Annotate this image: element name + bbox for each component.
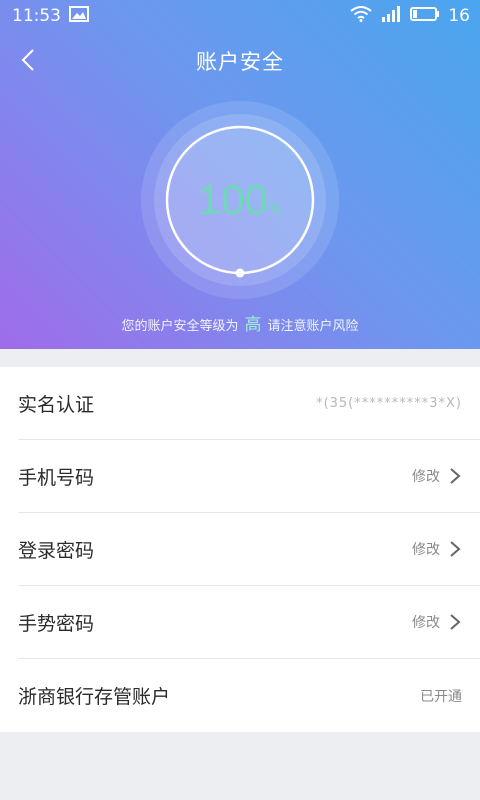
gauge-progress-knob (235, 268, 245, 278)
status-time: 11:53 (12, 6, 61, 26)
list-item-label: 登录密码 (18, 539, 95, 562)
masked-id-value: *(35(**********3*X) (316, 395, 462, 411)
list-item-phone[interactable]: 手机号码 修改 (18, 440, 480, 513)
list-item-label: 手势密码 (18, 612, 95, 635)
list-item-label: 浙商银行存管账户 (18, 686, 171, 708)
chevron-right-icon (450, 468, 461, 484)
security-gauge: 100% (140, 100, 340, 300)
page-title: 账户安全 (196, 50, 284, 74)
list-item-label: 实名认证 (18, 393, 95, 416)
edit-link: 修改 (412, 469, 440, 485)
list-item-label: 手机号码 (18, 466, 95, 489)
edit-link: 修改 (412, 542, 440, 558)
level-prefix: 您的账户安全等级为 (121, 319, 239, 334)
header-area: 11:53 16 账户安全 100% 您的账户安全等级为 高 请注意账户风险 (0, 0, 480, 349)
list-item-gesture-password[interactable]: 手势密码 修改 (18, 586, 480, 659)
battery-icon (410, 6, 440, 27)
list-item-bank-deposit-account[interactable]: 浙商银行存管账户 已开通 (18, 659, 480, 732)
status-bar: 11:53 16 (0, 0, 480, 32)
chevron-right-icon (450, 541, 461, 557)
chevron-right-icon (450, 614, 461, 630)
security-level-text: 您的账户安全等级为高请注意账户风险 (0, 310, 480, 335)
security-score-number: 100 (197, 176, 268, 223)
opened-status: 已开通 (420, 688, 462, 705)
image-icon (69, 5, 89, 27)
nav-bar: 账户安全 (0, 36, 480, 84)
level-value: 高 (244, 315, 262, 335)
security-score-unit: % (267, 201, 283, 218)
wifi-icon (350, 5, 372, 27)
level-suffix: 请注意账户风险 (267, 319, 359, 334)
security-score: 100% (140, 176, 340, 224)
signal-icon (380, 5, 402, 27)
list-item-login-password[interactable]: 登录密码 修改 (18, 513, 480, 586)
security-settings-list: 实名认证 *(35(**********3*X) 手机号码 修改 登录密码 修改… (0, 367, 480, 732)
battery-level: 16 (448, 6, 470, 26)
edit-link: 修改 (412, 615, 440, 631)
list-item-real-name[interactable]: 实名认证 *(35(**********3*X) (18, 367, 480, 440)
